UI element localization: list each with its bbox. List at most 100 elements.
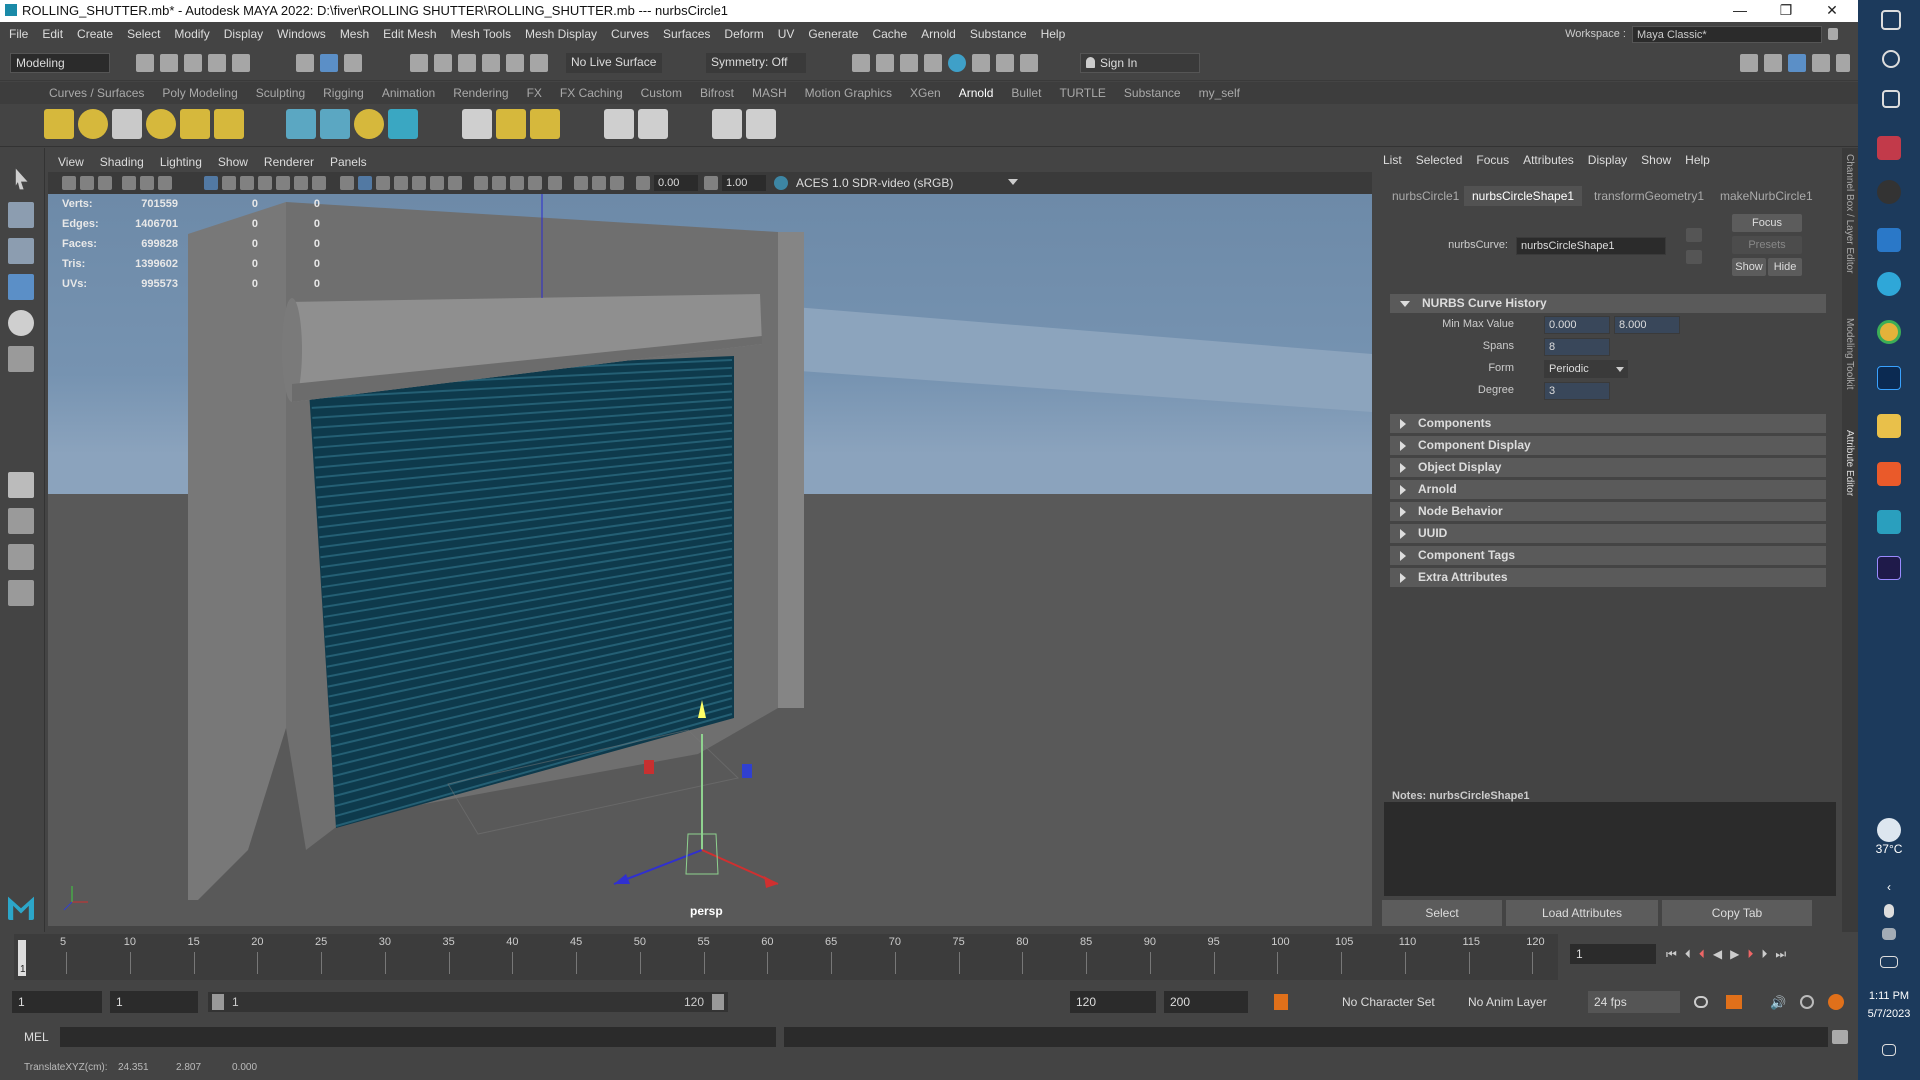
isolate-select-icon[interactable]	[548, 176, 562, 190]
ae-menu-selected[interactable]: Selected	[1409, 148, 1470, 172]
menu-file[interactable]: File	[2, 22, 35, 46]
channel-box-side-tab[interactable]: Channel Box / Layer Editor	[1844, 154, 1855, 274]
dome-light-icon[interactable]	[146, 109, 176, 139]
shelf-tab-fx[interactable]: FX	[518, 82, 551, 104]
smooth-shade-icon[interactable]	[358, 176, 372, 190]
volume-icon[interactable]	[320, 109, 350, 139]
chevron-down-icon[interactable]	[1008, 179, 1018, 185]
arnold-renderview-icon[interactable]	[712, 109, 742, 139]
ae-menu-display[interactable]: Display	[1581, 148, 1634, 172]
task-view-icon[interactable]	[1882, 90, 1900, 108]
xray-icon[interactable]	[574, 176, 588, 190]
menu-arnold[interactable]: Arnold	[914, 22, 963, 46]
microphone-icon[interactable]	[1884, 904, 1894, 918]
character-set-dropdown[interactable]: No Character Set	[1336, 991, 1436, 1013]
section-extra-attributes[interactable]: Extra Attributes	[1390, 568, 1826, 587]
current-frame-field[interactable]: 1	[1570, 944, 1656, 964]
notes-textarea[interactable]	[1384, 802, 1836, 896]
playback-start-field[interactable]: 1	[110, 991, 198, 1013]
anim-preferences-icon[interactable]	[1828, 994, 1844, 1010]
symmetry-dropdown[interactable]: Symmetry: Off	[706, 53, 806, 73]
chevron-left-icon[interactable]: ‹	[1858, 880, 1920, 894]
film-gate-icon[interactable]	[222, 176, 236, 190]
shelf-tab-substance[interactable]: Substance	[1115, 82, 1190, 104]
maximize-button[interactable]: ❐	[1764, 0, 1808, 22]
app-red-icon[interactable]	[1877, 136, 1901, 160]
shelf-tab-xgen[interactable]: XGen	[901, 82, 950, 104]
new-scene-icon[interactable]	[136, 54, 154, 72]
ae-menu-list[interactable]: List	[1376, 148, 1409, 172]
range-slider-end-handle[interactable]	[712, 994, 724, 1010]
persp-outliner-layout-icon[interactable]	[8, 544, 34, 570]
menu-deform[interactable]: Deform	[717, 22, 770, 46]
scene-view[interactable]	[48, 194, 1372, 926]
use-default-material-icon[interactable]	[376, 176, 390, 190]
menu-windows[interactable]: Windows	[270, 22, 333, 46]
single-perspective-layout-icon[interactable]	[8, 472, 34, 498]
windows-start-icon[interactable]	[1881, 10, 1901, 30]
playback-speed-icon[interactable]	[1800, 995, 1814, 1009]
tool-settings-icon[interactable]	[1812, 54, 1830, 72]
node-name-field[interactable]: nurbsCircleShape1	[1516, 237, 1666, 255]
standin-icon[interactable]	[286, 109, 316, 139]
fps-dropdown[interactable]: 24 fps	[1588, 991, 1680, 1013]
snap-point-icon[interactable]	[458, 54, 476, 72]
menu-generate[interactable]: Generate	[801, 22, 865, 46]
play-backwards-icon[interactable]: ◀	[1713, 947, 1722, 961]
section-object-display[interactable]: Object Display	[1390, 458, 1826, 477]
lock-icon[interactable]	[1828, 28, 1838, 40]
section-node-behavior[interactable]: Node Behavior	[1390, 502, 1826, 521]
ae-copy-tab-button[interactable]: Copy Tab	[1662, 900, 1812, 926]
ae-menu-attributes[interactable]: Attributes	[1516, 148, 1581, 172]
field-chart-icon[interactable]	[276, 176, 290, 190]
section-nurbs-curve-history[interactable]: NURBS Curve History	[1390, 294, 1826, 313]
flush-texture-icon[interactable]	[462, 109, 492, 139]
shelf-tab-animation[interactable]: Animation	[373, 82, 444, 104]
shelf-tab-bifrost[interactable]: Bifrost	[691, 82, 743, 104]
shelf-tab-custom[interactable]: Custom	[632, 82, 691, 104]
render-view-icon[interactable]	[852, 54, 870, 72]
ae-tab-makenurbcircle1[interactable]: makeNurbCircle1	[1712, 186, 1821, 206]
attribute-editor-toggle-icon[interactable]	[1788, 54, 1806, 72]
mesh-light-icon[interactable]	[180, 109, 210, 139]
select-tool-icon[interactable]	[15, 168, 28, 190]
move-tool-icon[interactable]	[8, 274, 34, 300]
redo-icon[interactable]	[232, 54, 250, 72]
motion-blur-icon[interactable]	[492, 176, 506, 190]
xray-active-components-icon[interactable]	[592, 176, 606, 190]
min-value-field[interactable]: 0.000	[1544, 316, 1610, 334]
textured-icon[interactable]	[412, 176, 426, 190]
shelf-tab-sculpting[interactable]: Sculpting	[247, 82, 314, 104]
go-to-start-icon[interactable]: ⏮	[1666, 947, 1677, 962]
gate-mask-icon[interactable]	[258, 176, 272, 190]
ae-tab-nurbscircleshape1[interactable]: nurbsCircleShape1	[1464, 186, 1583, 206]
menu-edit-mesh[interactable]: Edit Mesh	[376, 22, 443, 46]
brave-icon[interactable]	[1877, 462, 1901, 486]
play-forwards-icon[interactable]: ▶	[1730, 947, 1739, 961]
section-components[interactable]: Components	[1390, 414, 1826, 433]
attribute-editor-side-tab[interactable]: Attribute Editor	[1844, 430, 1855, 496]
auto-key-icon[interactable]	[1274, 994, 1288, 1010]
focus-node-icon[interactable]	[1686, 228, 1702, 242]
menu-surfaces[interactable]: Surfaces	[656, 22, 717, 46]
ipr-render-icon[interactable]	[900, 54, 918, 72]
snap-live-icon[interactable]	[506, 54, 524, 72]
search-icon[interactable]	[1882, 50, 1900, 68]
hide-button[interactable]: Hide	[1768, 258, 1802, 276]
step-back-frame-icon[interactable]: ⏴	[1685, 947, 1691, 962]
operator-icon[interactable]	[388, 109, 418, 139]
menu-create[interactable]: Create	[70, 22, 120, 46]
copy-node-icon[interactable]	[1686, 250, 1702, 264]
shelf-tab-rigging[interactable]: Rigging	[314, 82, 373, 104]
shelf-tab-turtle[interactable]: TURTLE	[1050, 82, 1114, 104]
file-explorer-icon[interactable]	[1877, 414, 1901, 438]
view-transform-dropdown[interactable]: ACES 1.0 SDR-video (sRGB)	[792, 175, 972, 191]
step-back-key-icon[interactable]: ⏴	[1699, 947, 1705, 962]
ae-select-button[interactable]: Select	[1382, 900, 1502, 926]
safe-action-icon[interactable]	[294, 176, 308, 190]
depth-of-field-icon[interactable]	[528, 176, 542, 190]
color-management-icon[interactable]	[774, 176, 788, 190]
modeling-toolkit-side-tab[interactable]: Modeling Toolkit	[1844, 318, 1855, 390]
menu-modify[interactable]: Modify	[167, 22, 216, 46]
sign-in-dropdown[interactable]: Sign In	[1080, 53, 1200, 73]
